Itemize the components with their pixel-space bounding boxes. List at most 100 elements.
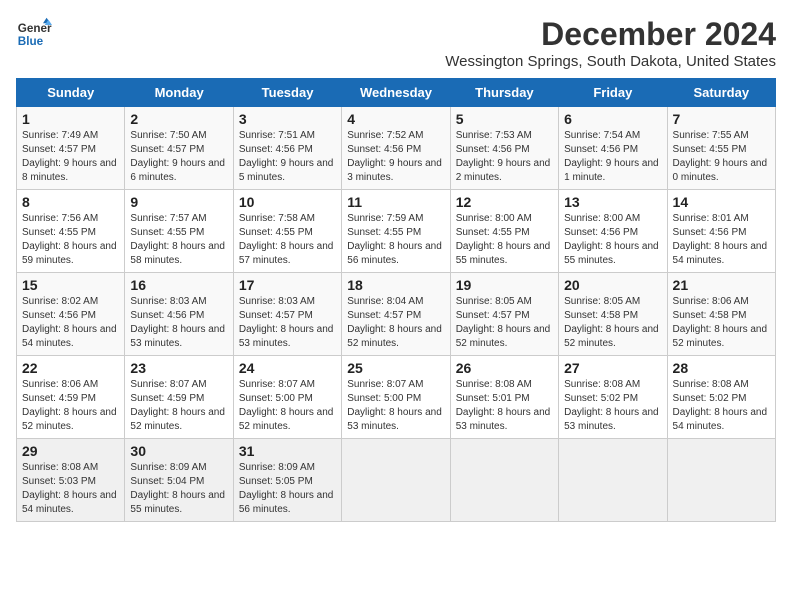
day-cell: 17 Sunrise: 8:03 AM Sunset: 4:57 PM Dayl… xyxy=(233,273,341,356)
day-cell: 7 Sunrise: 7:55 AM Sunset: 4:55 PM Dayli… xyxy=(667,107,775,190)
day-number: 10 xyxy=(239,194,336,210)
col-header-friday: Friday xyxy=(559,79,667,107)
day-info: Sunrise: 8:09 AM Sunset: 5:04 PM Dayligh… xyxy=(130,461,227,517)
day-number: 1 xyxy=(22,111,119,127)
day-cell: 20 Sunrise: 8:05 AM Sunset: 4:58 PM Dayl… xyxy=(559,273,667,356)
col-header-wednesday: Wednesday xyxy=(342,79,450,107)
day-cell: 19 Sunrise: 8:05 AM Sunset: 4:57 PM Dayl… xyxy=(450,273,558,356)
day-number: 16 xyxy=(130,277,227,293)
day-cell: 11 Sunrise: 7:59 AM Sunset: 4:55 PM Dayl… xyxy=(342,190,450,273)
day-number: 6 xyxy=(564,111,661,127)
day-cell: 30 Sunrise: 8:09 AM Sunset: 5:04 PM Dayl… xyxy=(125,439,233,522)
day-number: 3 xyxy=(239,111,336,127)
day-number: 17 xyxy=(239,277,336,293)
day-cell: 10 Sunrise: 7:58 AM Sunset: 4:55 PM Dayl… xyxy=(233,190,341,273)
day-cell xyxy=(342,439,450,522)
day-cell: 18 Sunrise: 8:04 AM Sunset: 4:57 PM Dayl… xyxy=(342,273,450,356)
week-row-4: 22 Sunrise: 8:06 AM Sunset: 4:59 PM Dayl… xyxy=(17,356,776,439)
day-info: Sunrise: 7:59 AM Sunset: 4:55 PM Dayligh… xyxy=(347,212,444,268)
day-info: Sunrise: 7:52 AM Sunset: 4:56 PM Dayligh… xyxy=(347,129,444,185)
day-number: 22 xyxy=(22,360,119,376)
day-info: Sunrise: 8:02 AM Sunset: 4:56 PM Dayligh… xyxy=(22,295,119,351)
day-info: Sunrise: 8:00 AM Sunset: 4:55 PM Dayligh… xyxy=(456,212,553,268)
day-number: 21 xyxy=(673,277,770,293)
location-title: Wessington Springs, South Dakota, United… xyxy=(445,53,776,70)
day-number: 13 xyxy=(564,194,661,210)
day-info: Sunrise: 7:51 AM Sunset: 4:56 PM Dayligh… xyxy=(239,129,336,185)
day-number: 19 xyxy=(456,277,553,293)
header: General Blue December 2024 Wessington Sp… xyxy=(16,16,776,70)
day-info: Sunrise: 7:55 AM Sunset: 4:55 PM Dayligh… xyxy=(673,129,770,185)
logo: General Blue xyxy=(16,16,52,52)
day-number: 9 xyxy=(130,194,227,210)
day-number: 11 xyxy=(347,194,444,210)
week-row-5: 29 Sunrise: 8:08 AM Sunset: 5:03 PM Dayl… xyxy=(17,439,776,522)
day-cell: 22 Sunrise: 8:06 AM Sunset: 4:59 PM Dayl… xyxy=(17,356,125,439)
day-cell: 13 Sunrise: 8:00 AM Sunset: 4:56 PM Dayl… xyxy=(559,190,667,273)
day-cell: 24 Sunrise: 8:07 AM Sunset: 5:00 PM Dayl… xyxy=(233,356,341,439)
week-row-2: 8 Sunrise: 7:56 AM Sunset: 4:55 PM Dayli… xyxy=(17,190,776,273)
calendar-table: SundayMondayTuesdayWednesdayThursdayFrid… xyxy=(16,78,776,522)
logo-icon: General Blue xyxy=(16,16,52,52)
day-cell: 29 Sunrise: 8:08 AM Sunset: 5:03 PM Dayl… xyxy=(17,439,125,522)
day-info: Sunrise: 8:08 AM Sunset: 5:03 PM Dayligh… xyxy=(22,461,119,517)
col-header-tuesday: Tuesday xyxy=(233,79,341,107)
day-cell: 5 Sunrise: 7:53 AM Sunset: 4:56 PM Dayli… xyxy=(450,107,558,190)
day-number: 18 xyxy=(347,277,444,293)
day-info: Sunrise: 7:56 AM Sunset: 4:55 PM Dayligh… xyxy=(22,212,119,268)
day-number: 20 xyxy=(564,277,661,293)
col-header-sunday: Sunday xyxy=(17,79,125,107)
day-number: 2 xyxy=(130,111,227,127)
day-info: Sunrise: 8:07 AM Sunset: 5:00 PM Dayligh… xyxy=(239,378,336,434)
day-number: 29 xyxy=(22,443,119,459)
day-cell: 21 Sunrise: 8:06 AM Sunset: 4:58 PM Dayl… xyxy=(667,273,775,356)
day-number: 31 xyxy=(239,443,336,459)
day-number: 24 xyxy=(239,360,336,376)
day-cell xyxy=(450,439,558,522)
day-cell: 15 Sunrise: 8:02 AM Sunset: 4:56 PM Dayl… xyxy=(17,273,125,356)
day-cell: 28 Sunrise: 8:08 AM Sunset: 5:02 PM Dayl… xyxy=(667,356,775,439)
day-number: 28 xyxy=(673,360,770,376)
day-cell: 6 Sunrise: 7:54 AM Sunset: 4:56 PM Dayli… xyxy=(559,107,667,190)
day-cell: 26 Sunrise: 8:08 AM Sunset: 5:01 PM Dayl… xyxy=(450,356,558,439)
day-cell: 3 Sunrise: 7:51 AM Sunset: 4:56 PM Dayli… xyxy=(233,107,341,190)
week-row-1: 1 Sunrise: 7:49 AM Sunset: 4:57 PM Dayli… xyxy=(17,107,776,190)
day-cell: 1 Sunrise: 7:49 AM Sunset: 4:57 PM Dayli… xyxy=(17,107,125,190)
col-header-saturday: Saturday xyxy=(667,79,775,107)
day-cell: 4 Sunrise: 7:52 AM Sunset: 4:56 PM Dayli… xyxy=(342,107,450,190)
day-cell: 31 Sunrise: 8:09 AM Sunset: 5:05 PM Dayl… xyxy=(233,439,341,522)
day-info: Sunrise: 8:06 AM Sunset: 4:59 PM Dayligh… xyxy=(22,378,119,434)
day-info: Sunrise: 7:58 AM Sunset: 4:55 PM Dayligh… xyxy=(239,212,336,268)
day-number: 12 xyxy=(456,194,553,210)
day-info: Sunrise: 8:03 AM Sunset: 4:56 PM Dayligh… xyxy=(130,295,227,351)
day-number: 4 xyxy=(347,111,444,127)
day-number: 15 xyxy=(22,277,119,293)
col-header-thursday: Thursday xyxy=(450,79,558,107)
day-cell: 2 Sunrise: 7:50 AM Sunset: 4:57 PM Dayli… xyxy=(125,107,233,190)
week-row-3: 15 Sunrise: 8:02 AM Sunset: 4:56 PM Dayl… xyxy=(17,273,776,356)
day-info: Sunrise: 8:06 AM Sunset: 4:58 PM Dayligh… xyxy=(673,295,770,351)
day-info: Sunrise: 8:09 AM Sunset: 5:05 PM Dayligh… xyxy=(239,461,336,517)
day-number: 8 xyxy=(22,194,119,210)
day-cell xyxy=(667,439,775,522)
day-info: Sunrise: 7:49 AM Sunset: 4:57 PM Dayligh… xyxy=(22,129,119,185)
day-number: 14 xyxy=(673,194,770,210)
header-row: SundayMondayTuesdayWednesdayThursdayFrid… xyxy=(17,79,776,107)
day-number: 5 xyxy=(456,111,553,127)
day-info: Sunrise: 8:04 AM Sunset: 4:57 PM Dayligh… xyxy=(347,295,444,351)
day-info: Sunrise: 7:54 AM Sunset: 4:56 PM Dayligh… xyxy=(564,129,661,185)
day-info: Sunrise: 8:00 AM Sunset: 4:56 PM Dayligh… xyxy=(564,212,661,268)
day-cell xyxy=(559,439,667,522)
day-cell: 9 Sunrise: 7:57 AM Sunset: 4:55 PM Dayli… xyxy=(125,190,233,273)
day-info: Sunrise: 8:05 AM Sunset: 4:58 PM Dayligh… xyxy=(564,295,661,351)
day-info: Sunrise: 7:53 AM Sunset: 4:56 PM Dayligh… xyxy=(456,129,553,185)
day-info: Sunrise: 8:03 AM Sunset: 4:57 PM Dayligh… xyxy=(239,295,336,351)
day-number: 27 xyxy=(564,360,661,376)
day-info: Sunrise: 8:08 AM Sunset: 5:02 PM Dayligh… xyxy=(673,378,770,434)
day-cell: 12 Sunrise: 8:00 AM Sunset: 4:55 PM Dayl… xyxy=(450,190,558,273)
day-cell: 23 Sunrise: 8:07 AM Sunset: 4:59 PM Dayl… xyxy=(125,356,233,439)
col-header-monday: Monday xyxy=(125,79,233,107)
day-info: Sunrise: 8:05 AM Sunset: 4:57 PM Dayligh… xyxy=(456,295,553,351)
day-cell: 25 Sunrise: 8:07 AM Sunset: 5:00 PM Dayl… xyxy=(342,356,450,439)
day-number: 26 xyxy=(456,360,553,376)
